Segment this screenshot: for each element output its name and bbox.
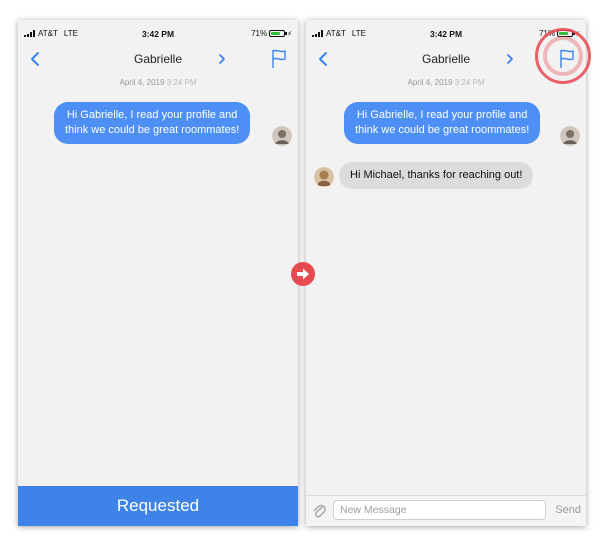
charging-icon: ⚡ <box>287 30 292 38</box>
incoming-message-bubble: Hi Michael, thanks for reaching out! <box>339 162 534 189</box>
outgoing-message-bubble: Hi Gabrielle, I read your profile and th… <box>344 102 541 144</box>
message-line: Hi Gabrielle, I read your profile and <box>356 109 528 121</box>
message-line: think we could be great roommates! <box>65 124 240 136</box>
contact-name[interactable]: Gabrielle <box>134 52 182 66</box>
battery-status: 71% ⚡ <box>251 29 292 38</box>
phone-screen-after: AT&T LTE 3:42 PM 71% ⚡ Gabrielle April 4… <box>306 20 586 526</box>
time-text: 3:24 PM <box>454 78 485 87</box>
avatar-sender <box>272 126 292 146</box>
status-bar: AT&T LTE 3:42 PM 71% ⚡ <box>18 20 298 42</box>
time-text: 3:24 PM <box>166 78 197 87</box>
battery-icon <box>269 30 288 37</box>
battery-percent: 71% <box>251 29 268 38</box>
phone-screen-before: AT&T LTE 3:42 PM 71% ⚡ Gabrielle April 4… <box>18 20 298 526</box>
chevron-right-icon[interactable] <box>506 53 514 65</box>
message-date: April 4, 2019 3:24 PM <box>306 78 586 87</box>
message-line: Hi Gabrielle, I read your profile and <box>66 109 238 121</box>
new-message-input[interactable] <box>333 500 546 520</box>
send-button[interactable]: Send <box>555 504 581 516</box>
outgoing-message-bubble: Hi Gabrielle, I read your profile and th… <box>54 102 251 144</box>
avatar-sender <box>560 126 580 146</box>
conversation-title[interactable]: Gabrielle <box>18 52 298 66</box>
avatar-contact <box>314 167 334 187</box>
arrow-right-icon <box>291 262 315 286</box>
date-text: April 4, 2019 <box>407 78 453 87</box>
highlight-ring <box>535 28 591 84</box>
requested-button[interactable]: Requested <box>18 486 298 526</box>
paperclip-icon[interactable] <box>312 503 326 519</box>
chevron-right-icon[interactable] <box>218 53 226 65</box>
message-composer: Send <box>306 495 586 526</box>
message-text: Hi Michael, thanks for reaching out! <box>350 169 523 181</box>
contact-name[interactable]: Gabrielle <box>422 52 470 66</box>
message-line: think we could be great roommates! <box>355 124 530 136</box>
nav-bar: Gabrielle <box>18 42 298 76</box>
date-text: April 4, 2019 <box>119 78 165 87</box>
message-date: April 4, 2019 3:24 PM <box>18 78 298 87</box>
flag-icon[interactable] <box>270 48 288 70</box>
